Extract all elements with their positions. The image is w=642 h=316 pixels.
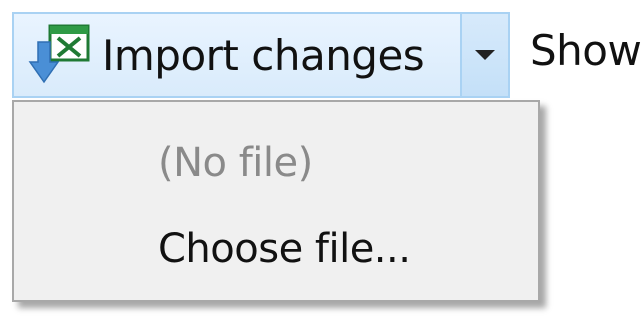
import-spreadsheet-icon	[28, 22, 98, 88]
import-changes-split-button[interactable]: Import changes	[12, 12, 510, 98]
chevron-down-icon	[475, 50, 495, 60]
import-dropdown-menu: (No file) Choose file...	[12, 100, 540, 302]
menu-item-choose-file[interactable]: Choose file...	[158, 226, 411, 272]
show-button-label[interactable]: Show	[530, 26, 642, 75]
import-changes-label: Import changes	[102, 30, 425, 80]
menu-item-no-file: (No file)	[158, 140, 313, 186]
screenshot-stage: Import changes Show (No file) Choose fil…	[0, 0, 642, 316]
import-changes-button[interactable]: Import changes	[12, 12, 460, 98]
import-dropdown-arrow-button[interactable]	[460, 12, 510, 98]
